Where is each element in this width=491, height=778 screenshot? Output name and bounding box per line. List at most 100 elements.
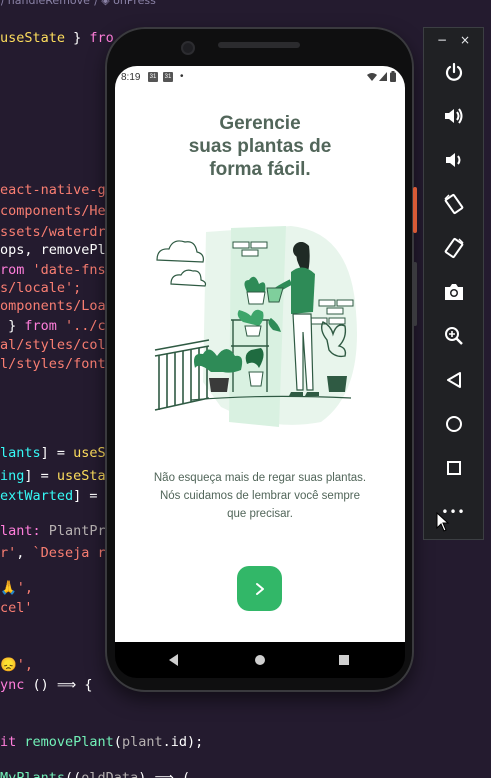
status-dot: • [180, 71, 184, 82]
code-line: s/locale'; [0, 280, 81, 296]
code-token: eact-native-g [0, 182, 106, 198]
code-token: useS [73, 445, 106, 461]
home-icon[interactable] [254, 654, 266, 666]
phone-camera [183, 43, 193, 53]
page-title: Gerencie suas plantas de forma fácil. [188, 113, 332, 180]
code-token: } [0, 318, 25, 334]
code-token: MyPlants [0, 770, 66, 778]
android-nav-bar [115, 642, 405, 678]
code-token: l/styles/font [0, 356, 106, 372]
back-icon[interactable] [169, 654, 179, 666]
code-token: ( [113, 734, 122, 750]
overview-icon [446, 460, 462, 476]
code-token: ] = [40, 445, 74, 461]
code-token: .id); [162, 734, 204, 750]
battery-icon [390, 71, 396, 82]
app-screen: 8:19 31 31 • Gerencie suas plantas de fo… [115, 66, 405, 642]
volume-down-icon [444, 150, 464, 170]
calendar-notification-icon: 31 [148, 72, 158, 82]
rotate-left-button[interactable] [424, 184, 483, 224]
close-button[interactable]: × [455, 32, 475, 48]
code-token: ing [0, 468, 25, 484]
home-icon [445, 415, 463, 433]
code-line: components/He [0, 203, 106, 219]
code-line: omponents/Loa [0, 298, 106, 314]
code-token: al/styles/col [0, 337, 106, 353]
code-line: it removePlant(plant.id); [0, 734, 203, 750]
code-token: } [65, 30, 90, 46]
calendar-notification-icon-2: 31 [163, 72, 173, 82]
recents-icon[interactable] [339, 655, 349, 665]
signal-icon [379, 72, 387, 81]
code-token: ) ⟹ ( [138, 770, 191, 778]
phone-speaker [218, 42, 300, 48]
page-subtitle: Não esqueça mais de regar suas plantas. … [153, 472, 367, 520]
code-token: omponents/Loa [0, 298, 106, 314]
code-token: ssets/waterdr [0, 224, 106, 240]
power-icon [444, 62, 464, 82]
code-token: it [0, 734, 25, 750]
emulator-home-button[interactable] [424, 404, 483, 444]
code-token: , [16, 545, 33, 561]
code-token: `Deseja r [32, 545, 106, 561]
code-line: MyPlants((oldData) ⟹ ( [0, 770, 190, 778]
wifi-icon [367, 72, 377, 81]
code-line: extWarted] = [0, 488, 98, 504]
code-line: 🙏', [0, 580, 33, 596]
rotate-left-icon [443, 193, 465, 215]
volume-up-button[interactable] [424, 96, 483, 136]
code-token: extWarted [0, 488, 74, 504]
more-button[interactable]: ••• [424, 492, 483, 532]
code-token: ] = [24, 468, 57, 484]
code-line: eact-native-g [0, 182, 106, 198]
emulator-toolbar: − × ••• [423, 27, 484, 540]
phone-volume-button[interactable] [413, 262, 417, 326]
camera-icon [444, 283, 464, 301]
power-button[interactable] [424, 52, 483, 92]
code-token: rom [0, 262, 33, 278]
code-token: ops, removePl [0, 242, 106, 258]
phone-power-button[interactable] [413, 187, 417, 233]
code-token: s/locale'; [0, 280, 82, 296]
code-token: () ⟹ { [32, 677, 93, 693]
mouse-cursor-icon [436, 512, 450, 532]
code-token: PlantPr [48, 523, 106, 539]
code-token: (( [65, 770, 82, 778]
zoom-icon [444, 326, 464, 346]
code-token: oldData [81, 770, 139, 778]
code-token: ync [0, 677, 33, 693]
code-line: 😞', [0, 657, 33, 673]
volume-up-icon [443, 106, 465, 126]
minimize-button[interactable]: − [432, 32, 452, 48]
code-token: 🙏', [0, 580, 34, 596]
emulator-back-button[interactable] [424, 360, 483, 400]
code-line: ops, removePl [0, 242, 106, 258]
code-line: ssets/waterdr [0, 224, 106, 240]
breadcrumb: ⟩ handleRemove ⟩ ◈ onPress [0, 0, 156, 7]
code-line: r', `Deseja r [0, 545, 106, 561]
code-line: al/styles/col [0, 337, 106, 353]
code-token: plant [121, 734, 163, 750]
code-line: ing] = useSta [0, 468, 106, 484]
watering-illustration [151, 222, 371, 432]
code-token: useState [0, 30, 66, 46]
code-token: cel' [0, 600, 33, 616]
chevron-right-icon [254, 582, 266, 596]
rotate-right-icon [443, 237, 465, 259]
code-token: '../c [65, 318, 106, 334]
code-token: ] = [73, 488, 98, 504]
code-line: cel' [0, 600, 33, 616]
screenshot-button[interactable] [424, 272, 483, 312]
volume-down-button[interactable] [424, 140, 483, 180]
zoom-button[interactable] [424, 316, 483, 356]
code-token: lants [0, 445, 41, 461]
code-line: lants] = useS [0, 445, 106, 461]
overview-button[interactable] [424, 448, 483, 488]
code-line: } from '../c [0, 318, 106, 334]
code-token: from [24, 318, 66, 334]
next-button[interactable] [237, 566, 282, 611]
code-token: components/He [0, 203, 106, 219]
code-line: ync () ⟹ { [0, 677, 93, 693]
rotate-right-button[interactable] [424, 228, 483, 268]
code-token: lant: [0, 523, 49, 539]
